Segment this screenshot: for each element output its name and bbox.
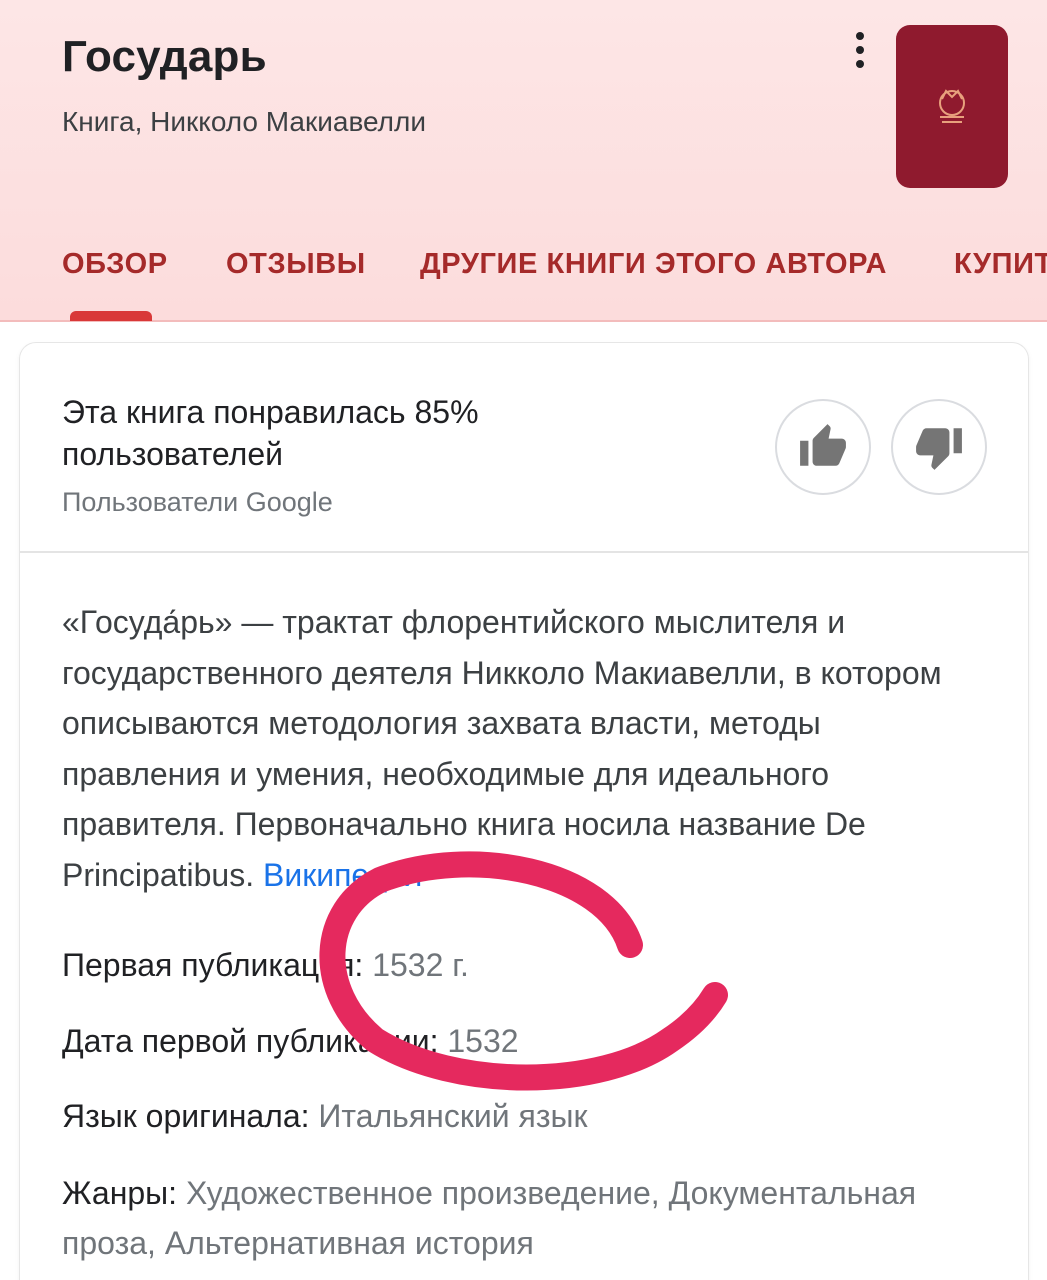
- overview-card: Эта книга понравилась 85% пользователей …: [20, 343, 1028, 1280]
- fact-value[interactable]: Художественное произведение, Документаль…: [62, 1175, 916, 1261]
- fact-value: 1532 г.: [372, 947, 469, 983]
- active-tab-indicator: [70, 311, 152, 321]
- section-divider: [20, 551, 1028, 553]
- more-vert-icon[interactable]: [842, 28, 878, 72]
- fact-label: Язык оригинала:: [62, 1098, 319, 1134]
- fact-label: Дата первой публикации:: [62, 1023, 448, 1059]
- more-dot: [856, 32, 864, 40]
- fact-value: 1532: [447, 1023, 519, 1059]
- page-title: Государь: [62, 32, 267, 81]
- description-text: «Госуда́рь» — трактат флорентийского мыс…: [62, 604, 942, 893]
- wikipedia-link[interactable]: Википедия: [263, 857, 422, 893]
- book-subtitle: Книга, Никколо Макиавелли: [62, 106, 426, 137]
- crown-emblem-icon: [939, 88, 965, 123]
- book-description: «Госуда́рь» — трактат флорентийского мыс…: [62, 597, 982, 900]
- thumb-down-icon: [916, 428, 962, 470]
- tab-bar: ОБЗОР ОТЗЫВЫ ДРУГИЕ КНИГИ ЭТОГО АВТОРА К…: [0, 240, 1047, 300]
- fact-original-language: Язык оригинала: Итальянский язык: [62, 1091, 587, 1141]
- fact-label: Первая публикация:: [62, 947, 373, 983]
- tab-reviews[interactable]: ОТЗЫВЫ: [226, 248, 366, 281]
- tab-buy[interactable]: КУПИТ: [954, 248, 1047, 281]
- fact-value[interactable]: Итальянский язык: [318, 1098, 587, 1134]
- more-dot: [856, 46, 864, 54]
- fact-genres: Жанры: Художественное произведение, Доку…: [62, 1168, 982, 1268]
- rating-source: Пользователи Google: [62, 487, 333, 517]
- thumb-up-icon: [800, 424, 846, 466]
- tab-other-books[interactable]: ДРУГИЕ КНИГИ ЭТОГО АВТОРА: [420, 248, 887, 281]
- dislike-button[interactable]: [891, 399, 987, 495]
- book-cover-thumbnail[interactable]: [896, 25, 1008, 188]
- book-header: Государь Книга, Никколо Макиавелли ОБЗОР…: [0, 0, 1047, 322]
- like-button[interactable]: [775, 399, 871, 495]
- fact-label: Жанры:: [62, 1175, 186, 1211]
- fact-first-publication: Первая публикация: 1532 г.: [62, 940, 469, 990]
- more-dot: [856, 60, 864, 68]
- fact-first-publication-date: Дата первой публикации: 1532: [62, 1016, 519, 1066]
- knowledge-panel-page: Государь Книга, Никколо Макиавелли ОБЗОР…: [0, 0, 1047, 1280]
- rating-summary: Эта книга понравилась 85% пользователей: [62, 394, 479, 472]
- tab-overview[interactable]: ОБЗОР: [62, 248, 168, 281]
